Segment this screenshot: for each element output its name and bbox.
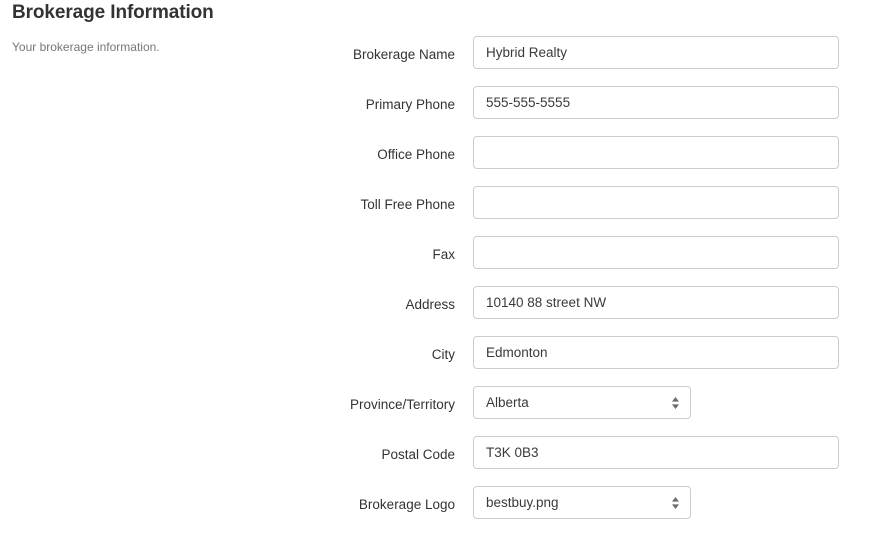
label-fax: Fax <box>432 247 455 262</box>
brokerage-logo-select-wrap <box>473 486 691 519</box>
control-province-territory <box>473 386 691 419</box>
control-office-phone <box>473 136 839 169</box>
label-brokerage-logo: Brokerage Logo <box>358 497 455 512</box>
control-brokerage-logo <box>473 486 691 519</box>
label-city: City <box>431 347 455 362</box>
office-phone-input[interactable] <box>473 136 839 169</box>
form-row-address: Address <box>0 286 891 336</box>
control-toll-free-phone <box>473 186 839 219</box>
control-fax <box>473 236 839 269</box>
label-toll-free-phone: Toll Free Phone <box>360 197 455 212</box>
page-title: Brokerage Information <box>12 2 214 23</box>
province-territory-select-wrap <box>473 386 691 419</box>
form-row-office-phone: Office Phone <box>0 136 891 186</box>
control-postal-code <box>473 436 839 469</box>
control-address <box>473 286 839 319</box>
form-row-brokerage-name: Brokerage Name <box>0 36 891 86</box>
label-postal-code: Postal Code <box>381 447 455 462</box>
brokerage-information-page: Brokerage Information Your brokerage inf… <box>0 0 891 523</box>
fax-input[interactable] <box>473 236 839 269</box>
form-row-province-territory: Province/Territory <box>0 386 891 436</box>
label-primary-phone: Primary Phone <box>365 97 455 112</box>
form-row-primary-phone: Primary Phone <box>0 86 891 136</box>
control-city <box>473 336 839 369</box>
label-province-territory: Province/Territory <box>349 397 455 412</box>
control-primary-phone <box>473 86 839 119</box>
toll-free-phone-input[interactable] <box>473 186 839 219</box>
postal-code-input[interactable] <box>473 436 839 469</box>
form-row-brokerage-logo: Brokerage Logo <box>0 486 891 536</box>
city-input[interactable] <box>473 336 839 369</box>
label-brokerage-name: Brokerage Name <box>352 47 455 62</box>
form-row-toll-free-phone: Toll Free Phone <box>0 186 891 236</box>
label-address: Address <box>405 297 455 312</box>
brokerage-information-form: Brokerage Name Primary Phone Office Phon… <box>0 36 891 536</box>
label-office-phone: Office Phone <box>377 147 455 162</box>
primary-phone-input[interactable] <box>473 86 839 119</box>
form-row-city: City <box>0 336 891 386</box>
brokerage-logo-select[interactable] <box>473 486 691 519</box>
address-input[interactable] <box>473 286 839 319</box>
form-row-postal-code: Postal Code <box>0 436 891 486</box>
brokerage-name-input[interactable] <box>473 36 839 69</box>
form-row-fax: Fax <box>0 236 891 286</box>
control-brokerage-name <box>473 36 839 69</box>
province-territory-select[interactable] <box>473 386 691 419</box>
